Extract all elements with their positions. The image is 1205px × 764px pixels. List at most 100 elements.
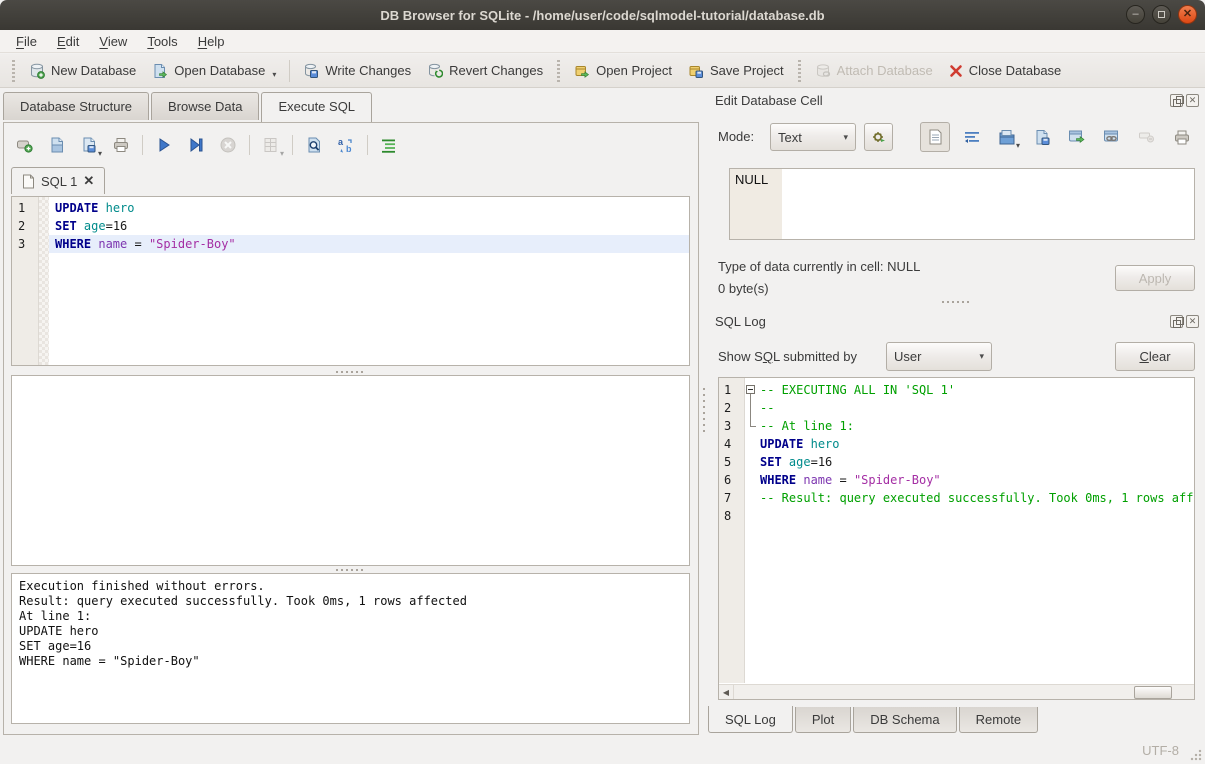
stop-button bbox=[215, 132, 241, 158]
menu-edit[interactable]: Edit bbox=[47, 31, 89, 52]
close-panel-icon[interactable]: ✕ bbox=[1186, 94, 1199, 107]
main-toolbar: New Database Open Database ▾ Write Chang… bbox=[0, 54, 1205, 88]
float-panel-icon[interactable] bbox=[1170, 315, 1183, 328]
editor-fold-margin bbox=[39, 197, 49, 365]
sql-document-tab-label: SQL 1 bbox=[41, 174, 77, 189]
cell-mode-row: Mode: Text ▾ ▾ bbox=[708, 122, 1205, 152]
toolbar-drag-handle-3[interactable] bbox=[798, 60, 801, 82]
execute-line-button[interactable] bbox=[183, 132, 209, 158]
sql-log-title: SQL Log bbox=[715, 314, 766, 329]
copy-link-button[interactable] bbox=[1099, 124, 1125, 150]
new-database-icon bbox=[29, 63, 45, 79]
scroll-left-arrow[interactable]: ◀ bbox=[719, 685, 734, 700]
cell-value-area[interactable] bbox=[782, 169, 1194, 239]
cell-value-editor[interactable]: NULL bbox=[729, 168, 1195, 240]
resize-grip[interactable] bbox=[1190, 749, 1202, 761]
scrollbar-thumb[interactable] bbox=[1134, 686, 1172, 699]
open-sql-file-button[interactable] bbox=[44, 132, 70, 158]
tab-execute-sql[interactable]: Execute SQL bbox=[261, 92, 372, 122]
save-project-button[interactable]: Save Project bbox=[680, 59, 792, 83]
revert-changes-button[interactable]: Revert Changes bbox=[419, 59, 551, 83]
edit-cell-title: Edit Database Cell bbox=[715, 93, 823, 108]
open-database-menu-arrow[interactable]: ▾ bbox=[272, 70, 276, 79]
menu-view[interactable]: View bbox=[89, 31, 137, 52]
tab-sql-log[interactable]: SQL Log bbox=[708, 706, 793, 733]
auto-apply-button[interactable] bbox=[864, 123, 893, 151]
execution-message-pane: Execution finished without errors.Result… bbox=[11, 573, 690, 724]
menu-file[interactable]: File bbox=[6, 31, 47, 52]
submitted-by-select[interactable]: User ▾ bbox=[886, 342, 992, 371]
clear-log-button[interactable]: Clear bbox=[1115, 342, 1195, 371]
toolbar-drag-handle[interactable] bbox=[12, 60, 15, 82]
print-button[interactable] bbox=[108, 132, 134, 158]
close-sql-tab-icon[interactable]: ✕ bbox=[83, 173, 94, 189]
toolbar-drag-handle-2[interactable] bbox=[557, 60, 560, 82]
find-button[interactable] bbox=[301, 132, 327, 158]
format-sql-button[interactable] bbox=[376, 132, 402, 158]
close-database-button[interactable]: Close Database bbox=[941, 59, 1070, 82]
open-database-button[interactable]: Open Database ▾ bbox=[144, 59, 284, 83]
revert-changes-label: Revert Changes bbox=[449, 63, 543, 78]
import-cell-data-button[interactable]: ▾ bbox=[994, 124, 1020, 150]
results-grid[interactable] bbox=[11, 375, 690, 566]
log-fold-margin[interactable] bbox=[745, 378, 758, 683]
print-cell-button[interactable] bbox=[1169, 124, 1195, 150]
new-database-label: New Database bbox=[51, 63, 136, 78]
word-wrap-icon[interactable] bbox=[959, 124, 985, 150]
execute-all-button[interactable] bbox=[151, 132, 177, 158]
tab-remote[interactable]: Remote bbox=[959, 707, 1039, 733]
mode-select[interactable]: Text ▾ bbox=[770, 123, 856, 151]
minimize-button[interactable]: – bbox=[1126, 5, 1145, 24]
editor-line[interactable]: WHERE name = "Spider-Boy" bbox=[49, 235, 689, 253]
menu-tools[interactable]: Tools bbox=[137, 31, 187, 52]
log-line: UPDATE hero bbox=[758, 435, 1194, 453]
open-database-label: Open Database bbox=[174, 63, 265, 78]
chevron-down-icon: ▾ bbox=[843, 132, 848, 143]
sql-editor-lines[interactable]: UPDATE heroSET age=16WHERE name = "Spide… bbox=[49, 197, 689, 365]
sql-log-view: 12345678 -- EXECUTING ALL IN 'SQL 1'----… bbox=[718, 377, 1195, 700]
sql-document-tab[interactable]: SQL 1 ✕ bbox=[11, 167, 105, 194]
app-window: DB Browser for SQLite - /home/user/code/… bbox=[0, 0, 1205, 764]
tab-database-structure[interactable]: Database Structure bbox=[3, 92, 149, 120]
new-sql-tab-button[interactable] bbox=[12, 132, 38, 158]
new-database-button[interactable]: New Database bbox=[21, 59, 144, 83]
close-panel-icon[interactable]: ✕ bbox=[1186, 315, 1199, 328]
float-panel-icon[interactable] bbox=[1170, 94, 1183, 107]
open-project-button[interactable]: Open Project bbox=[566, 59, 680, 83]
editor-line[interactable]: UPDATE hero bbox=[49, 199, 689, 217]
log-line: -- EXECUTING ALL IN 'SQL 1' bbox=[758, 381, 1194, 399]
statusbar: UTF-8 bbox=[0, 737, 1205, 764]
export-cell-data-button[interactable] bbox=[1029, 124, 1055, 150]
log-line bbox=[758, 507, 1194, 525]
encoding-indicator[interactable]: UTF-8 bbox=[1142, 743, 1179, 758]
tab-browse-data[interactable]: Browse Data bbox=[151, 92, 259, 120]
save-sql-file-button[interactable]: ▾ bbox=[76, 132, 102, 158]
menubar: FileEditViewToolsHelp bbox=[0, 30, 1205, 53]
sql-editor[interactable]: 123 UPDATE heroSET age=16WHERE name = "S… bbox=[11, 196, 690, 366]
open-in-external-app-button[interactable] bbox=[1064, 124, 1090, 150]
toolbar-separator bbox=[289, 60, 290, 82]
save-project-icon bbox=[688, 63, 704, 79]
log-horizontal-scrollbar[interactable]: ◀ ▶ bbox=[719, 684, 1194, 699]
save-sql-menu-arrow[interactable]: ▾ bbox=[98, 149, 102, 158]
tab-plot[interactable]: Plot bbox=[795, 707, 851, 733]
edit-cell-dock-controls: ✕ bbox=[1170, 94, 1199, 107]
tab-db-schema[interactable]: DB Schema bbox=[853, 707, 956, 733]
sql-toolbar-separator-2 bbox=[249, 135, 250, 155]
panel-splitter[interactable] bbox=[701, 88, 708, 737]
editor-line[interactable]: SET age=16 bbox=[49, 217, 689, 235]
maximize-button[interactable] bbox=[1152, 5, 1171, 24]
cell-editor-toolbar: ▾ bbox=[920, 122, 1195, 152]
dock-splitter[interactable] bbox=[708, 298, 1205, 306]
replace-button[interactable]: ab bbox=[333, 132, 359, 158]
cell-type-info: Type of data currently in cell: NULL bbox=[718, 259, 920, 274]
menu-help[interactable]: Help bbox=[188, 31, 235, 52]
titlebar[interactable]: DB Browser for SQLite - /home/user/code/… bbox=[0, 0, 1205, 30]
save-results-button: ▾ bbox=[258, 132, 284, 158]
show-sql-label: Show SQL submitted by bbox=[718, 349, 857, 364]
write-changes-button[interactable]: Write Changes bbox=[295, 59, 419, 83]
import-menu-arrow[interactable]: ▾ bbox=[1016, 141, 1020, 150]
sql-log-filter-row: Show SQL submitted by User ▾ Clear bbox=[708, 341, 1205, 371]
text-mode-toggle[interactable] bbox=[920, 122, 950, 152]
close-button[interactable]: ✕ bbox=[1178, 5, 1197, 24]
